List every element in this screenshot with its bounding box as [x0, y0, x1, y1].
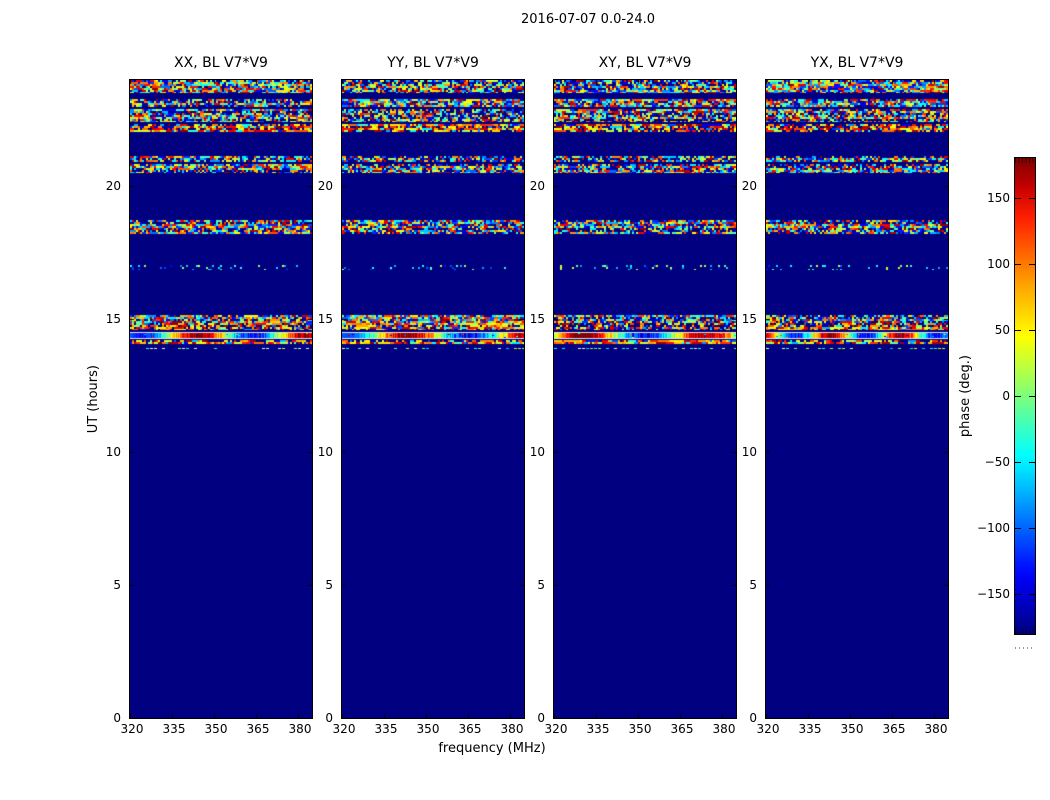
colorbar-bottom-hatch-icon	[1015, 629, 1035, 634]
colorbar-tick-mark	[1015, 462, 1021, 463]
x-tick-labels: 320 335 350 365 380	[545, 722, 736, 738]
x-tick-labels: 320 335 350 365 380	[121, 722, 312, 738]
y-tick-label: 15	[317, 312, 333, 327]
panel-yy: YY, BL V7*V9 0 5 10 15 20 320 335 350 365 380	[318, 55, 525, 736]
x-tick-label: 350	[840, 722, 864, 736]
panel-xy: XY, BL V7*V9 0 5 10 15 20 320 335 350 365 380	[530, 55, 737, 736]
colorbar-tick-label: 100	[987, 257, 1010, 271]
colorbar-tick-mark	[1029, 330, 1035, 331]
figure: 2016-07-07 0.0-24.0 XX, BL V7*V9 0 5 10 15 2…	[0, 0, 1050, 800]
x-tick-label: 380	[500, 722, 524, 736]
x-tick-label: 365	[246, 722, 270, 736]
colorbar-dotted-underline	[1015, 647, 1035, 649]
colorbar-tick-mark	[1015, 330, 1021, 331]
y-axis-label: UT (hours)	[85, 364, 101, 434]
y-tick-label: 20	[105, 179, 121, 194]
y-tick-label: 20	[317, 179, 333, 194]
figure-title: 2016-07-07 0.0-24.0	[521, 12, 655, 27]
colorbar-tick-label: −150	[977, 587, 1010, 601]
y-tick-label: 10	[105, 445, 121, 460]
colorbar-tick-mark	[1029, 198, 1035, 199]
colorbar-tick-label: −50	[984, 455, 1010, 469]
colorbar-tick-mark	[1029, 528, 1035, 529]
x-tick-label: 335	[162, 722, 186, 736]
heatmap-canvas-xy	[554, 80, 736, 718]
y-tick-label: 20	[529, 179, 545, 194]
y-tick-label: 5	[325, 578, 333, 593]
x-tick-labels: 320 335 350 365 380	[333, 722, 524, 738]
x-tick-labels: 320 335 350 365 380	[757, 722, 948, 738]
y-tick-label: 5	[749, 578, 757, 593]
y-tick-labels: 0 5 10 15 20	[730, 80, 762, 725]
y-tick-label: 15	[105, 312, 121, 327]
colorbar-tick-mark	[1029, 396, 1035, 397]
colorbar-tick-mark	[1029, 462, 1035, 463]
y-tick-label: 10	[317, 445, 333, 460]
x-tick-label: 335	[586, 722, 610, 736]
x-tick-label: 335	[374, 722, 398, 736]
x-tick-label: 320	[756, 722, 780, 736]
panel-title-xx: XX, BL V7*V9	[174, 55, 268, 71]
x-tick-label: 335	[798, 722, 822, 736]
colorbar-top-hatch-icon	[1015, 158, 1035, 163]
x-tick-label: 365	[882, 722, 906, 736]
colorbar-tick-label: 50	[994, 323, 1010, 337]
x-tick-label: 380	[288, 722, 312, 736]
panel-yx: YX, BL V7*V9 0 5 10 15 20 320 335 350 365 380	[742, 55, 949, 736]
x-tick-label: 380	[924, 722, 948, 736]
colorbar-tick-mark	[1015, 264, 1021, 265]
colorbar-tick-mark	[1015, 528, 1021, 529]
colorbar-tick-label: 150	[987, 191, 1010, 205]
colorbar-label: phase (deg.)	[957, 354, 973, 438]
y-tick-label: 20	[741, 179, 757, 194]
x-tick-label: 350	[628, 722, 652, 736]
colorbar-tick-mark	[1029, 594, 1035, 595]
colorbar-label-wrap: phase (deg.)	[956, 157, 974, 635]
y-tick-labels: 0 5 10 15 20	[306, 80, 338, 725]
colorbar-tick-mark	[1015, 396, 1021, 397]
panel-xx: XX, BL V7*V9 0 5 10 15 20 320 335 350 365 380	[106, 55, 313, 736]
x-tick-label: 365	[458, 722, 482, 736]
y-tick-label: 10	[529, 445, 545, 460]
colorbar-tick-mark	[1015, 594, 1021, 595]
y-tick-labels: 0 5 10 15 20	[518, 80, 550, 725]
x-tick-label: 350	[416, 722, 440, 736]
y-tick-label: 15	[741, 312, 757, 327]
colorbar-tick-label: −100	[977, 521, 1010, 535]
y-axis-label-wrap: UT (hours)	[84, 79, 102, 719]
colorbar-tick-label: 0	[1002, 389, 1010, 403]
x-tick-label: 365	[670, 722, 694, 736]
x-tick-label: 380	[712, 722, 736, 736]
colorbar: −150 −100 −50 0 50 100 150	[977, 157, 1036, 635]
y-tick-label: 10	[741, 445, 757, 460]
x-axis-label: frequency (MHz)	[438, 741, 546, 756]
y-tick-label: 5	[537, 578, 545, 593]
panel-title-xy: XY, BL V7*V9	[598, 55, 692, 71]
x-tick-label: 320	[120, 722, 144, 736]
heatmap-canvas-xx	[130, 80, 312, 718]
colorbar-tick-mark	[1015, 198, 1021, 199]
panel-title-yx: YX, BL V7*V9	[810, 55, 904, 71]
heatmap-canvas-yy	[342, 80, 524, 718]
y-tick-label: 15	[529, 312, 545, 327]
panel-title-yy: YY, BL V7*V9	[387, 55, 479, 71]
heatmap-canvas-yx	[766, 80, 948, 718]
x-tick-label: 320	[544, 722, 568, 736]
x-tick-label: 320	[332, 722, 356, 736]
colorbar-tick-mark	[1029, 264, 1035, 265]
y-tick-label: 5	[113, 578, 121, 593]
x-tick-label: 350	[204, 722, 228, 736]
